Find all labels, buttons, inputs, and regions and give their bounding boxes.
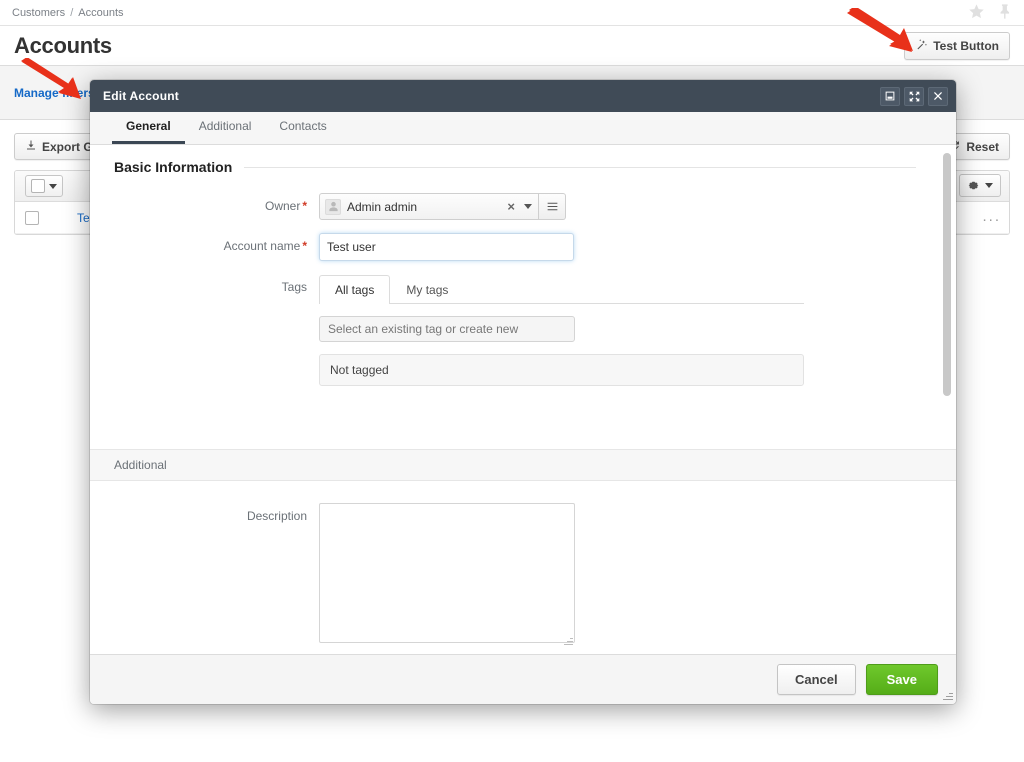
required-marker: * bbox=[302, 199, 307, 213]
description-label: Description bbox=[246, 509, 307, 523]
field-row-account-name: Account name * bbox=[90, 233, 956, 261]
tab-general[interactable]: General bbox=[112, 119, 185, 144]
owner-list-button[interactable] bbox=[539, 193, 566, 220]
tab-additional[interactable]: Additional bbox=[185, 119, 266, 144]
save-button[interactable]: Save bbox=[865, 664, 938, 695]
magic-wand-icon bbox=[915, 38, 928, 54]
field-row-owner: Owner * Admin admin × bbox=[90, 193, 956, 220]
chevron-down-icon[interactable] bbox=[524, 204, 532, 209]
tag-tab-all-tags[interactable]: All tags bbox=[319, 275, 391, 304]
dialog-resize-grip[interactable] bbox=[942, 690, 953, 701]
gear-icon bbox=[968, 181, 979, 190]
section-basic-information-label: Basic Information bbox=[114, 159, 233, 175]
owner-value: Admin admin bbox=[347, 199, 418, 214]
field-row-tags: Tags All tags My tags Select an existing… bbox=[90, 274, 956, 386]
field-row-description: Description bbox=[90, 503, 956, 648]
row-more-actions[interactable]: ... bbox=[982, 208, 1001, 225]
dialog-scrollbar[interactable] bbox=[943, 153, 951, 643]
edit-account-dialog: Edit Account General Additional Contacts… bbox=[90, 80, 956, 704]
dialog-title: Edit Account bbox=[103, 89, 179, 103]
section-basic-information: Basic Information bbox=[90, 159, 956, 175]
breadcrumb-current: Accounts bbox=[78, 6, 124, 19]
page-title-bar: Accounts Test Button bbox=[0, 26, 1024, 66]
clear-owner-icon[interactable]: × bbox=[507, 199, 515, 214]
tag-select-input[interactable]: Select an existing tag or create new bbox=[319, 316, 575, 342]
description-textarea[interactable] bbox=[319, 503, 575, 643]
reset-label: Reset bbox=[966, 139, 999, 154]
test-button[interactable]: Test Button bbox=[904, 31, 1010, 60]
section-divider bbox=[244, 166, 916, 168]
not-tagged-panel: Not tagged bbox=[319, 354, 804, 386]
tags-label: Tags bbox=[281, 280, 307, 294]
dialog-footer: Cancel Save bbox=[90, 654, 956, 704]
select-all-dropdown[interactable] bbox=[25, 175, 63, 197]
tags-control: All tags My tags Select an existing tag … bbox=[319, 274, 804, 386]
maximize-icon[interactable] bbox=[904, 86, 924, 106]
page-title: Accounts bbox=[14, 32, 112, 58]
section-additional: Additional bbox=[90, 449, 956, 481]
required-marker: * bbox=[302, 239, 307, 253]
restore-icon[interactable] bbox=[880, 86, 900, 106]
dialog-body: Basic Information Owner* Admin admin × bbox=[90, 145, 956, 654]
owner-select[interactable]: Admin admin × bbox=[319, 193, 539, 220]
tags-tablist: All tags My tags bbox=[319, 274, 804, 304]
section-additional-label: Additional bbox=[114, 458, 167, 472]
hamburger-icon bbox=[547, 202, 557, 211]
breadcrumb-separator: / bbox=[70, 6, 74, 19]
export-grid-label: Export G bbox=[42, 139, 93, 154]
grid-settings-button[interactable] bbox=[959, 174, 1001, 197]
dialog-title-bar[interactable]: Edit Account bbox=[90, 80, 956, 112]
owner-label-text: Owner bbox=[264, 199, 301, 213]
account-name-input[interactable] bbox=[319, 233, 574, 261]
dialog-tabs: General Additional Contacts bbox=[90, 112, 956, 145]
download-icon bbox=[25, 139, 37, 154]
star-icon[interactable] bbox=[968, 3, 985, 23]
row-checkbox[interactable] bbox=[25, 210, 39, 225]
tag-tab-my-tags[interactable]: My tags bbox=[390, 275, 464, 304]
manage-filters-link[interactable]: Manage filters bbox=[14, 86, 95, 100]
close-icon[interactable] bbox=[928, 86, 948, 106]
test-button-label: Test Button bbox=[933, 38, 999, 53]
breadcrumb: Customers / Accounts bbox=[0, 0, 1024, 26]
tab-contacts[interactable]: Contacts bbox=[265, 119, 340, 144]
cancel-button[interactable]: Cancel bbox=[776, 664, 856, 695]
chevron-down-icon bbox=[49, 183, 57, 189]
owner-control-group: Admin admin × bbox=[319, 193, 956, 220]
account-name-label-text: Account name bbox=[223, 239, 301, 253]
account-name-label: Account name * bbox=[114, 233, 319, 253]
dialog-scroll-area: Basic Information Owner* Admin admin × bbox=[90, 145, 956, 654]
breadcrumb-parent[interactable]: Customers bbox=[12, 7, 65, 19]
chevron-down-icon bbox=[985, 183, 993, 188]
pin-icon[interactable] bbox=[997, 3, 1014, 23]
avatar bbox=[325, 198, 341, 215]
select-all-checkbox[interactable] bbox=[31, 179, 45, 193]
dialog-scrollbar-thumb[interactable] bbox=[943, 153, 951, 396]
owner-label: Owner * bbox=[114, 193, 319, 213]
